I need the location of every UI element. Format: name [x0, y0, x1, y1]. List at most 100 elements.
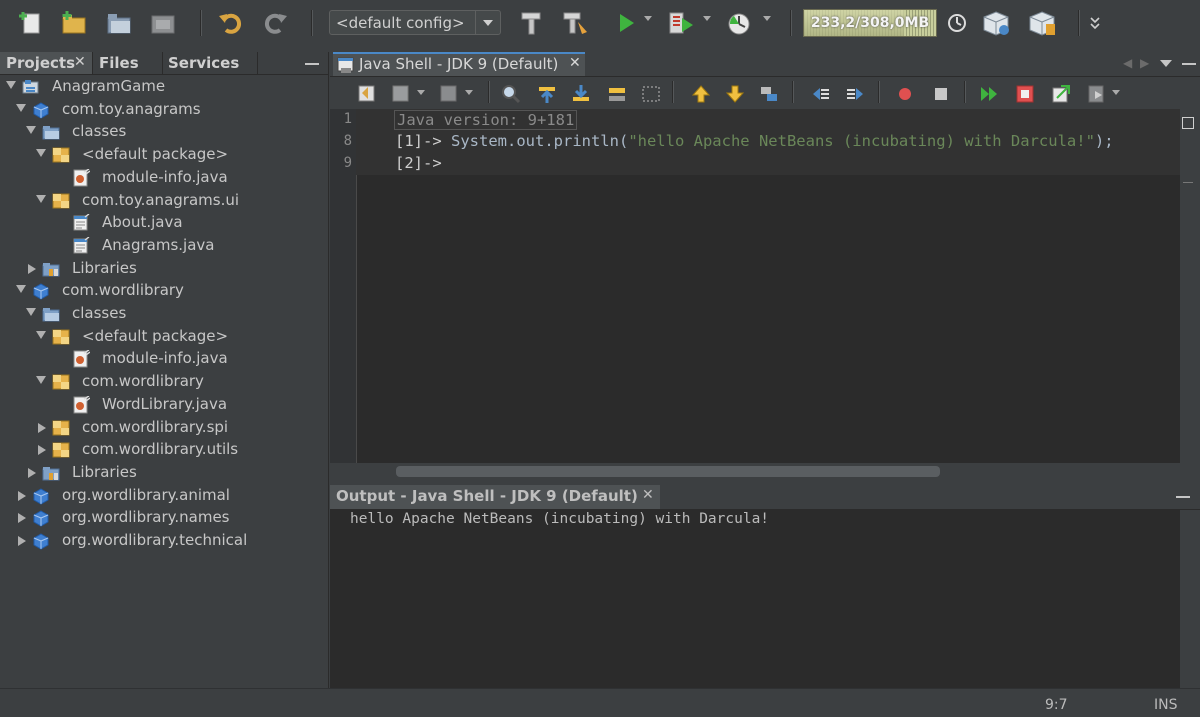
tree-item[interactable]: org.wordlibrary.animal: [0, 485, 328, 507]
module-cube-icon[interactable]: [982, 8, 1012, 38]
tree-item[interactable]: WordLibrary.java: [0, 394, 328, 416]
tab-list-dropdown-icon[interactable]: [1160, 60, 1172, 67]
profile-dropdown-icon[interactable]: [763, 16, 771, 21]
minimize-panel-icon[interactable]: [305, 63, 319, 65]
previous-bookmark-icon[interactable]: [686, 79, 716, 109]
folded-java-version[interactable]: Java version: 9+181: [394, 110, 578, 130]
expanded-arrow-icon[interactable]: [36, 330, 46, 339]
clean-build-icon[interactable]: [560, 8, 590, 38]
expanded-arrow-icon[interactable]: [36, 149, 46, 158]
undo-icon[interactable]: [216, 8, 246, 38]
output-console[interactable]: hello Apache NetBeans (incubating) with …: [330, 510, 1180, 688]
expanded-arrow-icon[interactable]: [6, 81, 16, 89]
tree-item[interactable]: About.java: [0, 212, 328, 234]
tree-item[interactable]: module-info.java: [0, 167, 328, 189]
tree-item[interactable]: com.toy.anagrams.ui: [0, 190, 328, 212]
tree-item[interactable]: com.wordlibrary: [0, 280, 328, 302]
tree-item[interactable]: Libraries: [0, 258, 328, 280]
forward-history-dropdown-icon[interactable]: [465, 90, 473, 95]
expanded-arrow-icon[interactable]: [16, 103, 26, 112]
scrollbar-thumb[interactable]: [396, 466, 940, 477]
tab-files[interactable]: Files: [92, 52, 162, 74]
java-shell-editor[interactable]: 1 8 9 Java version: 9+181 [1]-> System.o…: [330, 109, 1180, 463]
save-snippet-icon[interactable]: [1046, 79, 1076, 109]
redo-icon[interactable]: [260, 8, 290, 38]
collapsed-arrow-icon[interactable]: [18, 513, 26, 524]
tree-item[interactable]: com.toy.anagrams: [0, 99, 328, 121]
toggle-rect-select-icon[interactable]: [636, 79, 666, 109]
tree-item[interactable]: Libraries: [0, 462, 328, 484]
tree-item[interactable]: org.wordlibrary.names: [0, 507, 328, 529]
close-project-icon[interactable]: [148, 8, 178, 38]
expanded-arrow-icon[interactable]: [36, 194, 46, 203]
tree-item[interactable]: <default package>: [0, 144, 328, 166]
collapsed-arrow-icon[interactable]: [28, 263, 36, 274]
tree-item[interactable]: module-info.java: [0, 348, 328, 370]
back-history-dropdown-icon[interactable]: [417, 90, 425, 95]
close-icon[interactable]: ✕: [74, 54, 86, 70]
build-hammer-icon[interactable]: [516, 8, 546, 38]
find-next-icon[interactable]: [566, 79, 596, 109]
expanded-arrow-icon[interactable]: [36, 376, 46, 385]
tab-scroll-right-icon[interactable]: ▶: [1140, 56, 1149, 70]
tab-java-shell[interactable]: Java Shell - JDK 9 (Default) ✕: [333, 52, 585, 76]
error-stripe-icon[interactable]: [1182, 117, 1194, 129]
toggle-bookmark-icon[interactable]: [754, 79, 784, 109]
record-macro-icon[interactable]: [890, 79, 920, 109]
new-file-icon[interactable]: [16, 8, 46, 38]
expanded-arrow-icon[interactable]: [26, 126, 36, 135]
tree-item[interactable]: Anagrams.java: [0, 235, 328, 257]
expanded-arrow-icon[interactable]: [16, 285, 26, 294]
tree-item[interactable]: AnagramGame: [0, 76, 328, 98]
open-project-icon[interactable]: [104, 8, 134, 38]
tree-item[interactable]: classes: [0, 121, 328, 143]
toolbar-overflow-icon[interactable]: [1080, 8, 1110, 38]
maximize-editor-icon[interactable]: [1182, 63, 1196, 65]
tree-item[interactable]: <default package>: [0, 326, 328, 348]
back-history-icon[interactable]: [386, 79, 416, 109]
find-previous-icon[interactable]: [532, 79, 562, 109]
find-icon[interactable]: [496, 79, 526, 109]
collapsed-arrow-icon[interactable]: [18, 536, 26, 546]
close-icon[interactable]: ✕: [569, 55, 581, 71]
tree-item[interactable]: com.wordlibrary.spi: [0, 417, 328, 439]
execute-all-icon[interactable]: [974, 79, 1004, 109]
tab-output-java-shell[interactable]: Output - Java Shell - JDK 9 (Default) ✕: [330, 485, 660, 509]
next-bookmark-icon[interactable]: [720, 79, 750, 109]
debug-icon[interactable]: [666, 8, 696, 38]
restart-shell-dropdown-icon[interactable]: [1112, 90, 1120, 95]
gc-clock-icon[interactable]: [942, 8, 972, 38]
toggle-highlight-icon[interactable]: [602, 79, 632, 109]
insert-mode[interactable]: INS: [1154, 697, 1178, 713]
run-dropdown-icon[interactable]: [644, 16, 652, 21]
tab-scroll-left-icon[interactable]: ◀: [1123, 56, 1132, 70]
profile-icon[interactable]: [725, 8, 755, 38]
expanded-arrow-icon[interactable]: [26, 308, 36, 316]
tab-services[interactable]: Services: [162, 52, 258, 74]
new-project-icon[interactable]: [58, 8, 88, 38]
editor-horizontal-scrollbar[interactable]: [330, 463, 1180, 479]
shift-right-icon[interactable]: [840, 79, 870, 109]
stop-macro-icon[interactable]: [926, 79, 956, 109]
tree-item[interactable]: com.wordlibrary: [0, 371, 328, 393]
debug-dropdown-icon[interactable]: [703, 16, 711, 21]
tree-item[interactable]: org.wordlibrary.technical: [0, 530, 328, 552]
close-icon[interactable]: ✕: [642, 487, 654, 503]
memory-indicator[interactable]: 233,2/308,0MB: [803, 9, 937, 37]
tree-item[interactable]: classes: [0, 303, 328, 325]
restart-shell-icon[interactable]: [1082, 79, 1112, 109]
collapsed-arrow-icon[interactable]: [28, 467, 36, 478]
tree-item[interactable]: com.wordlibrary.utils: [0, 439, 328, 461]
config-select[interactable]: <default config>: [329, 10, 501, 35]
tab-projects[interactable]: Projects ✕: [0, 52, 92, 74]
chevron-down-icon[interactable]: [475, 11, 500, 34]
run-icon[interactable]: [610, 8, 640, 38]
forward-history-icon[interactable]: [434, 79, 464, 109]
shift-left-icon[interactable]: [806, 79, 836, 109]
last-edit-icon[interactable]: [352, 79, 382, 109]
collapsed-arrow-icon[interactable]: [38, 445, 46, 456]
stop-execution-icon[interactable]: [1010, 79, 1040, 109]
minimize-output-icon[interactable]: [1176, 496, 1190, 498]
collapsed-arrow-icon[interactable]: [38, 422, 46, 433]
module-jar-icon[interactable]: [1028, 8, 1058, 38]
